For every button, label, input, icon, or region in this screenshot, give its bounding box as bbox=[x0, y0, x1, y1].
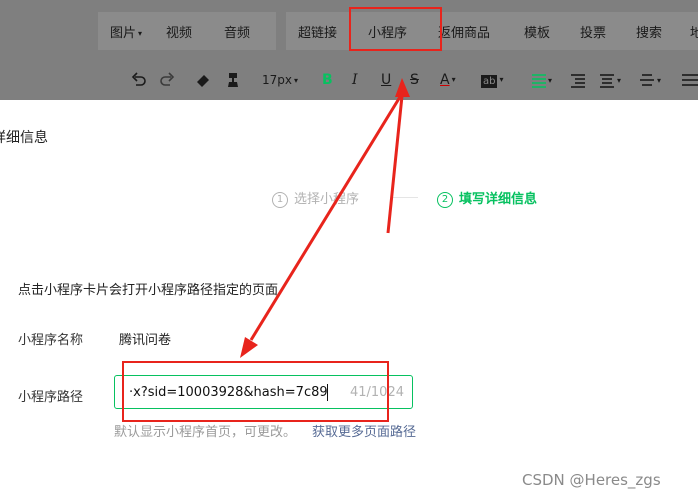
annotation-arrows bbox=[240, 78, 410, 358]
arrow-line-to-tab bbox=[386, 95, 404, 234]
arrow-line-to-input bbox=[249, 91, 405, 341]
arrowhead-down-icon bbox=[240, 337, 258, 358]
